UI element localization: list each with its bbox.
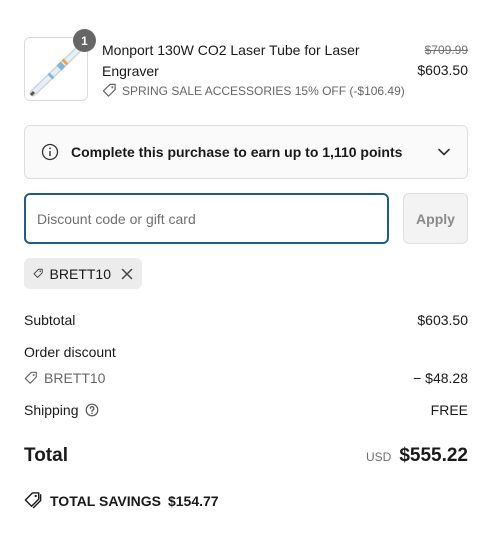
remove-code-button[interactable]	[121, 268, 133, 280]
info-icon	[41, 143, 59, 161]
tag-icon	[33, 268, 43, 278]
order-discount-row: Order discount	[24, 344, 468, 360]
order-discount-code-row: BRETT10 − $48.28	[24, 370, 468, 386]
order-discount-label: Order discount	[24, 344, 116, 360]
savings-label: TOTAL SAVINGS	[50, 492, 161, 509]
total-row: Total USD $555.22	[24, 445, 468, 467]
tags-icon	[24, 492, 42, 509]
product-name: Monport 130W CO2 Laser Tube for Laser En…	[102, 42, 360, 79]
product-price: $603.50	[417, 62, 468, 78]
order-discount-value: − $48.28	[413, 370, 468, 386]
discount-code-input[interactable]	[24, 193, 389, 244]
shipping-label: Shipping	[24, 402, 79, 418]
quantity-badge: 1	[73, 29, 96, 52]
points-text: Complete this purchase to earn up to 1,1…	[71, 144, 403, 160]
tag-icon	[102, 83, 116, 97]
subtotal-label: Subtotal	[24, 312, 76, 328]
product-discount-label: SPRING SALE ACCESSORIES 15% OFF (-$106.4…	[122, 83, 405, 98]
close-icon	[121, 268, 133, 279]
compare-at-price: $709.99	[424, 43, 468, 57]
total-value: $555.22	[399, 445, 468, 466]
applied-code-chip: BRETT10	[24, 258, 142, 289]
order-discount-code: BRETT10	[44, 370, 106, 386]
currency-code: USD	[365, 450, 392, 464]
subtotal-row: Subtotal $603.50	[24, 312, 468, 328]
total-savings: TOTAL SAVINGS $154.77	[24, 491, 219, 510]
line-item: 1 Monport 130W CO2 Laser Tube for Laser …	[24, 29, 468, 101]
chevron-down-icon[interactable]	[437, 145, 451, 159]
points-banner[interactable]: Complete this purchase to earn up to 1,1…	[24, 125, 468, 179]
shipping-value: FREE	[430, 402, 468, 418]
help-icon[interactable]	[85, 403, 99, 417]
total-label: Total	[24, 445, 68, 466]
tag-icon	[24, 371, 37, 384]
shipping-row: Shipping FREE	[24, 402, 468, 418]
applied-code-label: BRETT10	[49, 265, 111, 282]
subtotal-value: $603.50	[417, 312, 468, 328]
savings-value: $154.77	[167, 492, 219, 509]
product-discount: SPRING SALE ACCESSORIES 15% OFF (-$106.4…	[102, 83, 405, 98]
apply-button[interactable]: Apply	[403, 193, 468, 244]
